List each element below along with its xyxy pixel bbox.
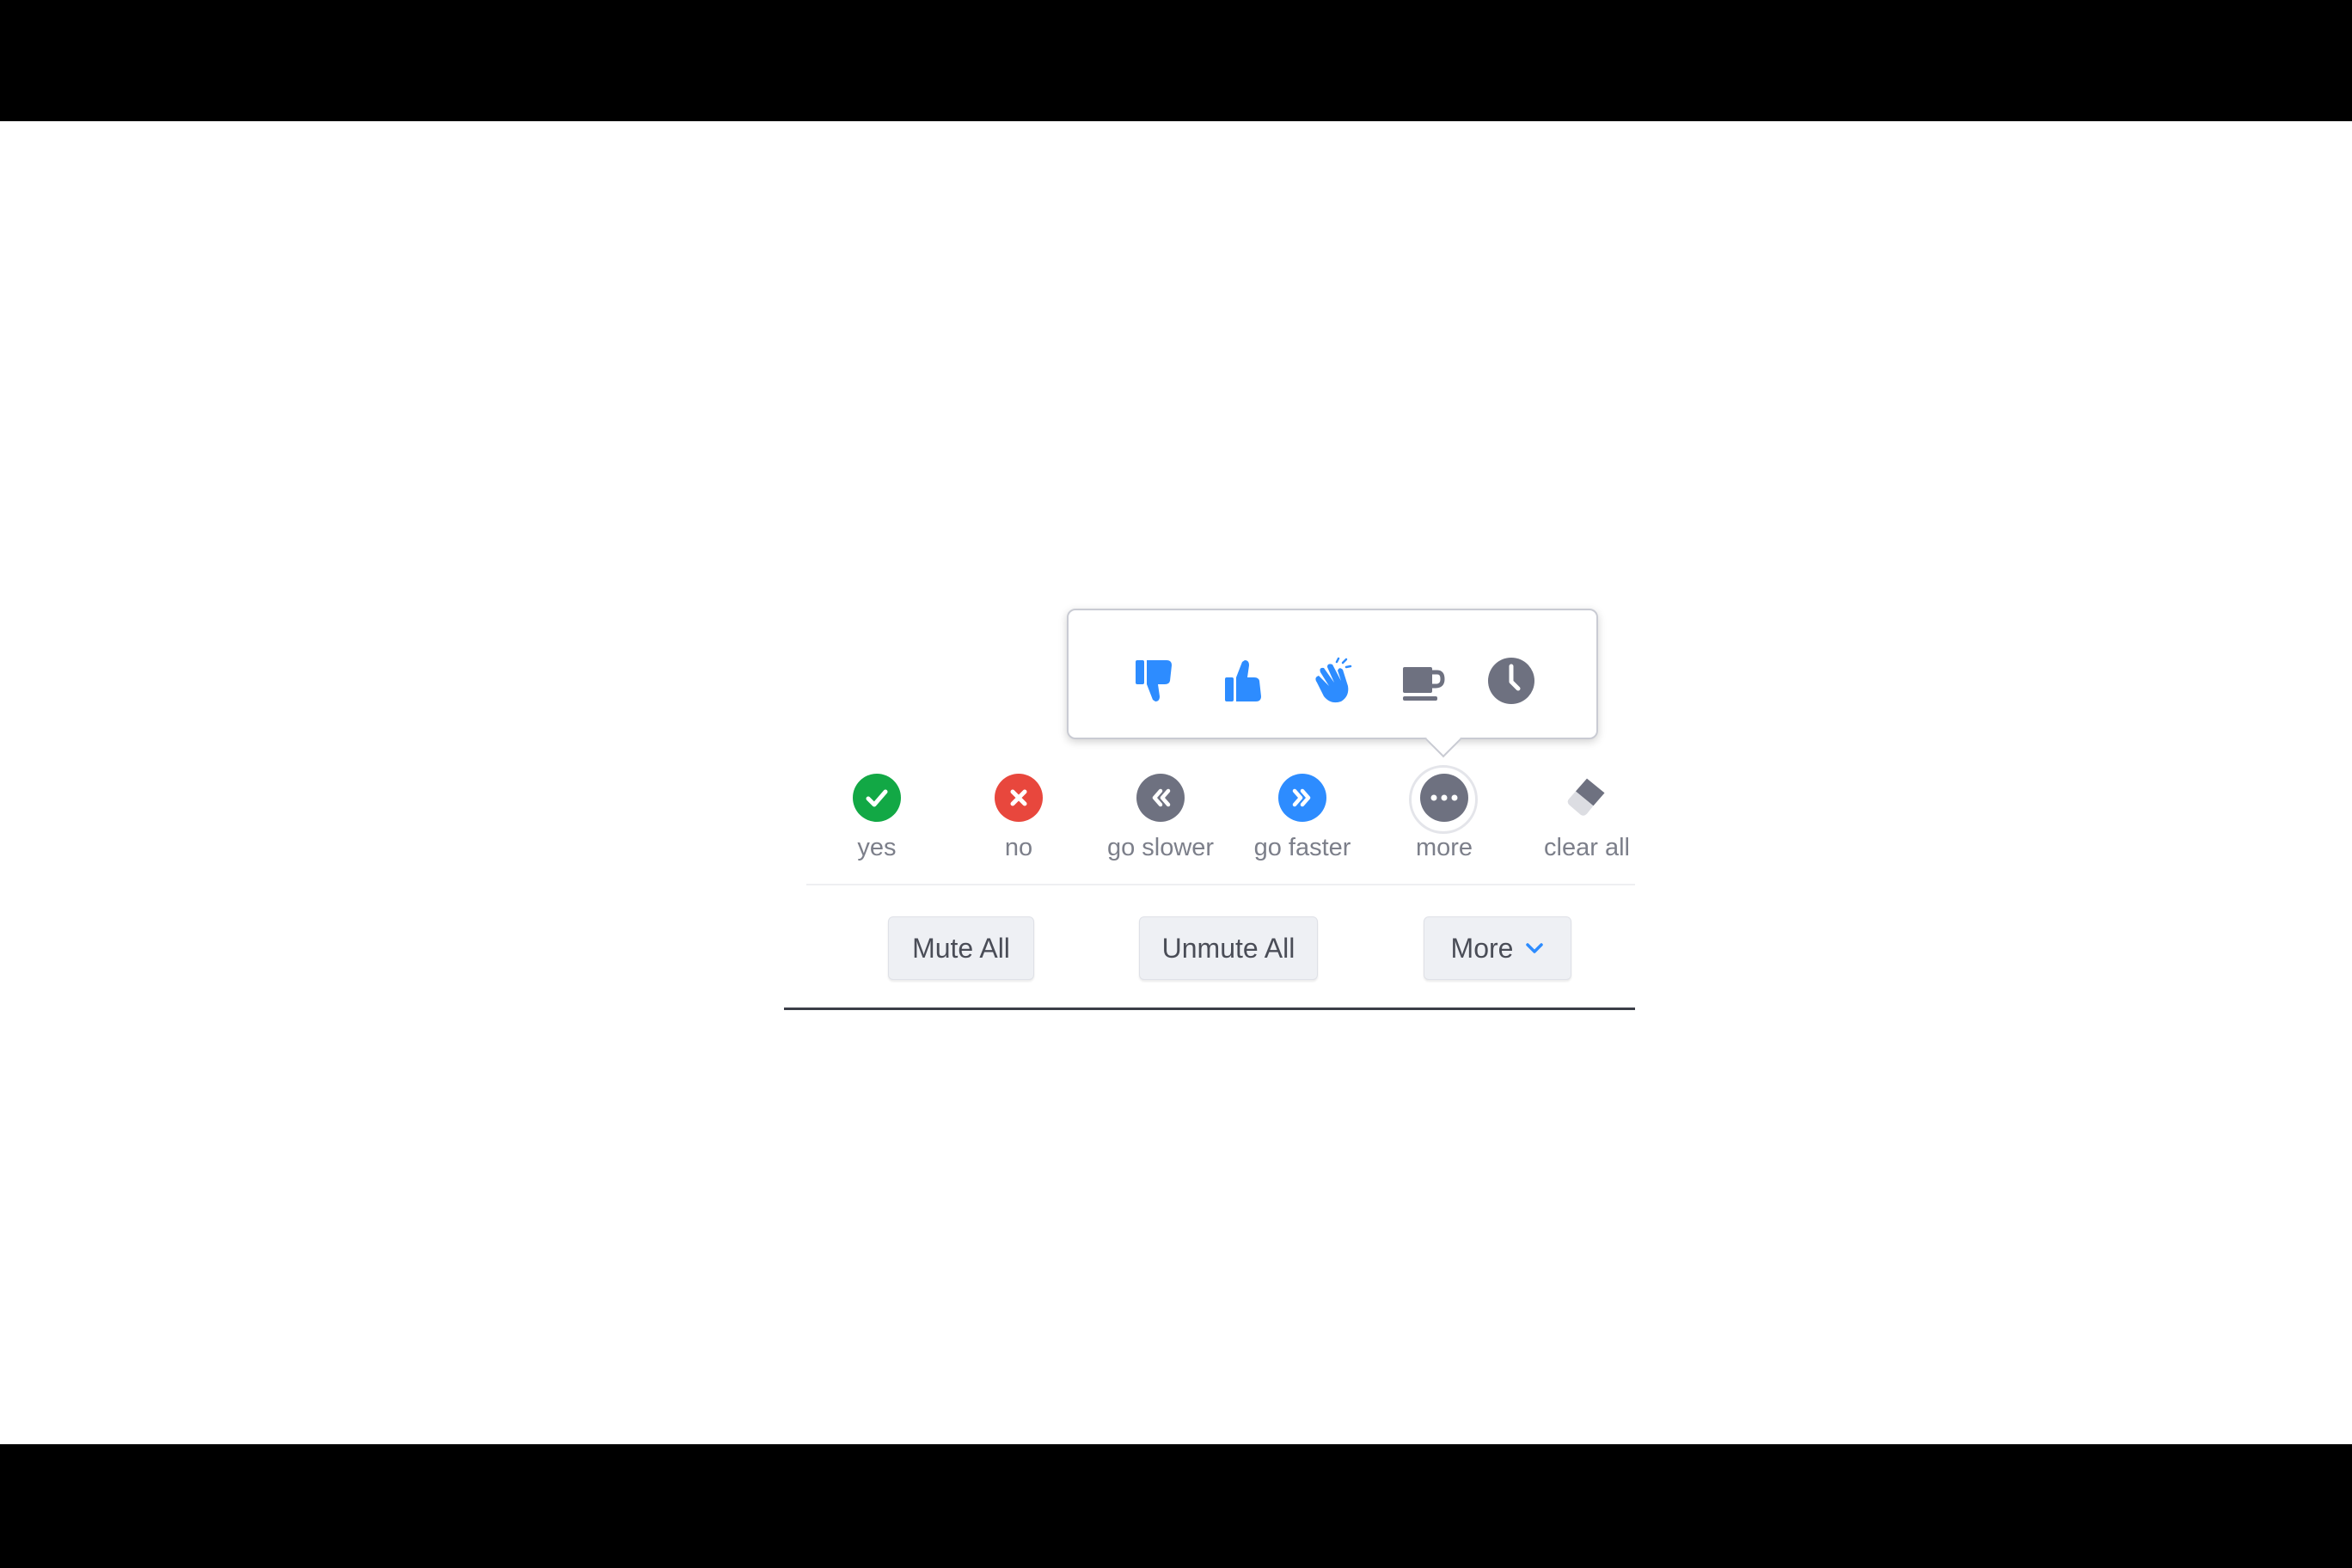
reaction-label: clear all (1544, 834, 1630, 861)
more-dropdown-button[interactable]: More (1424, 916, 1571, 980)
reaction-label: go slower (1106, 834, 1215, 861)
mute-all-button[interactable]: Mute All (888, 916, 1034, 980)
reaction-no[interactable]: no (950, 774, 1087, 877)
thumbs-up-icon[interactable] (1216, 653, 1271, 708)
panel-bottom-border (784, 1008, 1635, 1010)
x-icon (995, 774, 1043, 822)
top-letterbox (0, 0, 2352, 121)
reaction-label: yes (857, 834, 897, 861)
reaction-label: go faster (1253, 834, 1351, 861)
reaction-go-slower[interactable]: go slower (1092, 774, 1229, 877)
reaction-yes[interactable]: yes (808, 774, 946, 877)
chevron-down-icon (1525, 942, 1544, 954)
reaction-go-faster[interactable]: go faster (1234, 774, 1371, 877)
reaction-label: no (1004, 834, 1033, 861)
more-label: More (1450, 932, 1514, 964)
unmute-all-label: Unmute All (1161, 932, 1295, 964)
reaction-clear-all[interactable]: clear all (1518, 774, 1656, 877)
coffee-icon[interactable] (1394, 653, 1449, 708)
thumbs-down-icon[interactable] (1126, 653, 1181, 708)
unmute-all-button[interactable]: Unmute All (1139, 916, 1318, 980)
check-icon (853, 774, 901, 822)
fast-forward-icon (1278, 774, 1326, 822)
reaction-label: more (1415, 834, 1473, 861)
rewind-icon (1136, 774, 1185, 822)
clap-icon[interactable] (1305, 653, 1360, 708)
clock-icon[interactable] (1484, 653, 1539, 708)
ellipsis-icon (1420, 774, 1468, 822)
mute-all-label: Mute All (912, 932, 1010, 964)
reaction-more[interactable]: more (1375, 774, 1513, 877)
bottom-letterbox (0, 1444, 2352, 1568)
separator (806, 884, 1635, 885)
eraser-icon (1563, 774, 1611, 822)
